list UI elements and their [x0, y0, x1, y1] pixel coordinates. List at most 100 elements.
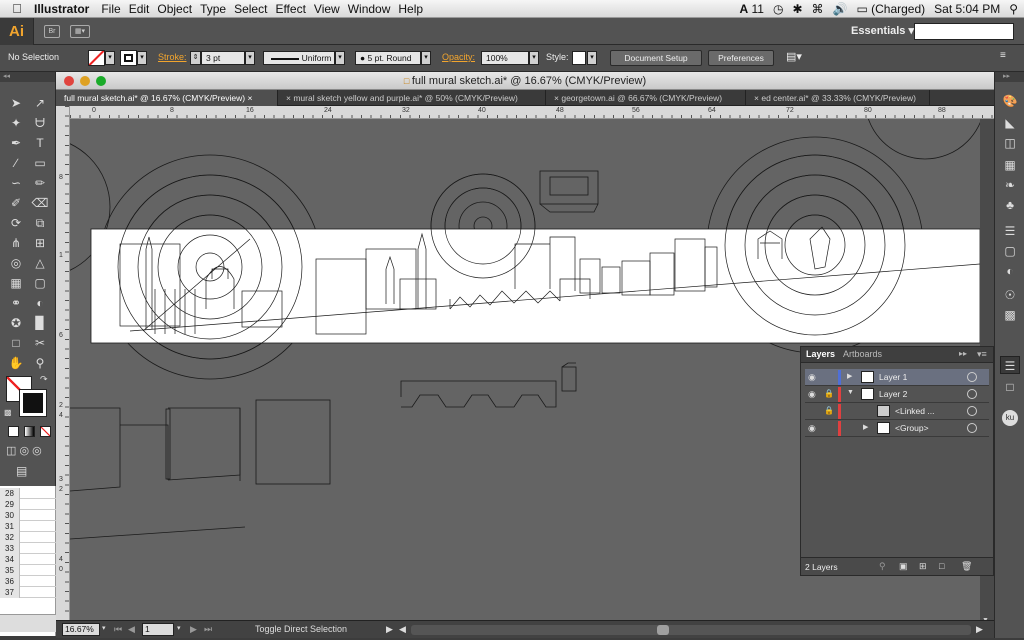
menu-type[interactable]: Type	[200, 2, 234, 16]
fill-dropdown-arrow[interactable]: ▾	[105, 51, 115, 65]
visibility-eye-icon[interactable]: ◉	[808, 389, 816, 400]
stroke-panel-icon[interactable]: ☰	[1000, 222, 1020, 240]
gradient-mode-icon[interactable]	[24, 426, 35, 437]
layer-name[interactable]: <Group>	[895, 423, 929, 433]
variable-width-profile[interactable]: Uniform	[263, 51, 335, 65]
mural-strip[interactable]	[90, 228, 980, 344]
brush-definition[interactable]: ● 5 pt. Round	[355, 51, 421, 65]
tab-artboards[interactable]: Artboards	[843, 349, 882, 359]
first-artboard-icon[interactable]: ⏮	[114, 624, 122, 635]
zoom-dropdown-icon[interactable]: ▾	[102, 624, 106, 632]
expand-group-icon[interactable]: ▶	[863, 423, 868, 431]
style-dropdown[interactable]: ▾	[587, 51, 597, 65]
appearance-panel-icon[interactable]: ☉	[1000, 286, 1020, 304]
menu-object[interactable]: Object	[157, 2, 200, 16]
gradient-panel-icon[interactable]: ▢	[1000, 242, 1020, 260]
spotlight-icon[interactable]: ⚲	[1009, 2, 1018, 16]
new-sublayer-icon[interactable]: ⊞	[919, 561, 927, 572]
menu-edit[interactable]: Edit	[129, 2, 158, 16]
opacity-field[interactable]: 100%	[481, 51, 529, 65]
stroke-swatch[interactable]	[120, 50, 137, 66]
tab-mural-sketch-yellow-purple[interactable]: × mural sketch yellow and purple.ai* @ 5…	[278, 90, 546, 106]
tab-georgetown[interactable]: × georgetown.ai @ 66.67% (CMYK/Preview)	[546, 90, 746, 106]
transparency-panel-icon[interactable]: ◐	[1000, 262, 1020, 280]
layer-row-group[interactable]: ◉ ▶ <Group>	[805, 420, 989, 437]
new-layer-icon[interactable]: □	[939, 561, 944, 571]
stroke-dropdown-arrow[interactable]: ▾	[137, 51, 147, 65]
default-fill-stroke-icon[interactable]: ▩	[4, 408, 12, 417]
bridge-button[interactable]: Br	[44, 24, 60, 38]
panel-menu-icon[interactable]: ▾≡	[977, 349, 987, 360]
tools-panel-collapse-icon[interactable]: ◂◂	[0, 72, 55, 82]
artboards-panel-icon[interactable]: □	[1000, 378, 1020, 396]
zoom-tool-icon[interactable]: ⚲	[30, 354, 50, 372]
blob-brush-tool-icon[interactable]: ✐	[6, 194, 26, 212]
paintbrush-tool-icon[interactable]: ∽	[6, 174, 26, 192]
stroke-color-box[interactable]	[19, 389, 47, 417]
eraser-tool-icon[interactable]: ⌫	[30, 194, 50, 212]
layer-row-layer-2[interactable]: ◉ 🔒 ▼ Layer 2	[805, 386, 989, 403]
menu-app-name[interactable]: Illustrator	[34, 2, 97, 16]
visibility-eye-icon[interactable]: ◉	[808, 423, 816, 434]
menu-select[interactable]: Select	[234, 2, 275, 16]
preferences-button[interactable]: Preferences	[708, 50, 774, 66]
clock[interactable]: Sat 5:04 PM	[934, 2, 1000, 16]
drawing-modes-icon[interactable]: ◫ ◎ ◎	[6, 444, 42, 457]
selection-tool-icon[interactable]: ➤	[6, 94, 26, 112]
slice-tool-icon[interactable]: ✂	[30, 334, 50, 352]
target-icon[interactable]	[967, 423, 977, 433]
layer-row-layer-1[interactable]: ◉ ▶ Layer 1	[805, 369, 989, 386]
swap-fill-stroke-icon[interactable]: ↷	[40, 374, 48, 385]
kuler-extension-icon[interactable]: ku	[1002, 410, 1018, 426]
apple-icon[interactable]: 	[0, 1, 34, 16]
tab-close-icon[interactable]: ×	[286, 93, 291, 103]
rectangle-tool-icon[interactable]: ▭	[30, 154, 50, 172]
menu-view[interactable]: View	[314, 2, 348, 16]
fill-swatch[interactable]	[88, 50, 105, 66]
brush-dropdown[interactable]: ▾	[421, 51, 431, 65]
rotate-tool-icon[interactable]: ⟳	[6, 214, 26, 232]
color-mode-icon[interactable]	[8, 426, 19, 437]
minimize-window-icon[interactable]	[80, 76, 90, 86]
visibility-eye-icon[interactable]: ◉	[808, 372, 816, 383]
stroke-panel-link[interactable]: Stroke:	[158, 52, 187, 62]
expand-layer-icon[interactable]: ▶	[847, 372, 852, 380]
graphic-styles-panel-icon[interactable]: ▩	[1000, 306, 1020, 324]
kuler-icon[interactable]: ◫	[1000, 134, 1020, 152]
pen-tool-icon[interactable]: ✒	[6, 134, 26, 152]
magic-wand-tool-icon[interactable]: ✦	[6, 114, 26, 132]
color-guide-icon[interactable]: ◣	[1000, 114, 1020, 132]
layer-name[interactable]: Layer 1	[879, 372, 907, 382]
symbol-sprayer-tool-icon[interactable]: ✪	[6, 314, 26, 332]
symbols-panel-icon[interactable]: ♣	[1000, 196, 1020, 214]
eyedropper-tool-icon[interactable]: ⚭	[6, 294, 26, 312]
vertical-ruler[interactable]: 8 1 6 2 4 3 2 4 0	[56, 106, 70, 626]
tab-close-icon[interactable]: ×	[754, 93, 759, 103]
artboard-dropdown-icon[interactable]: ▾	[177, 624, 181, 632]
mesh-tool-icon[interactable]: ▦	[6, 274, 26, 292]
volume-icon[interactable]: 🔊	[833, 2, 848, 16]
layer-row-linked[interactable]: 🔒 <Linked ...	[805, 403, 989, 420]
horizontal-ruler[interactable]: 0 8 16 24 32 40 48 56 64 72 80 88	[70, 106, 994, 119]
tab-close-icon[interactable]: ×	[247, 93, 252, 103]
swatches-panel-icon[interactable]: ▦	[1000, 156, 1020, 174]
menu-file[interactable]: File	[101, 2, 128, 16]
scroll-left-icon[interactable]: ◀	[399, 624, 406, 635]
opacity-panel-link[interactable]: Opacity:	[442, 52, 475, 62]
lock-icon[interactable]: 🔒	[824, 389, 834, 398]
column-graph-tool-icon[interactable]: ▉	[30, 314, 50, 332]
menu-help[interactable]: Help	[398, 2, 431, 16]
target-icon[interactable]	[967, 406, 977, 416]
none-mode-icon[interactable]	[40, 426, 51, 437]
document-title-bar[interactable]: □ full mural sketch.ai* @ 16.67% (CMYK/P…	[56, 72, 994, 90]
document-setup-button[interactable]: Document Setup	[610, 50, 702, 66]
lasso-tool-icon[interactable]: ᗨ	[30, 114, 50, 132]
blend-tool-icon[interactable]: ◐	[30, 294, 50, 312]
stroke-weight-field[interactable]: 3 pt	[201, 51, 245, 65]
shape-builder-tool-icon[interactable]: ◎	[6, 254, 26, 272]
width-tool-icon[interactable]: ⋔	[6, 234, 26, 252]
collapse-panel-icon[interactable]: ▸▸	[959, 349, 967, 358]
menu-effect[interactable]: Effect	[275, 2, 313, 16]
sheet-view-buttons[interactable]	[0, 614, 56, 632]
artboard-number-field[interactable]: 1	[142, 623, 174, 636]
